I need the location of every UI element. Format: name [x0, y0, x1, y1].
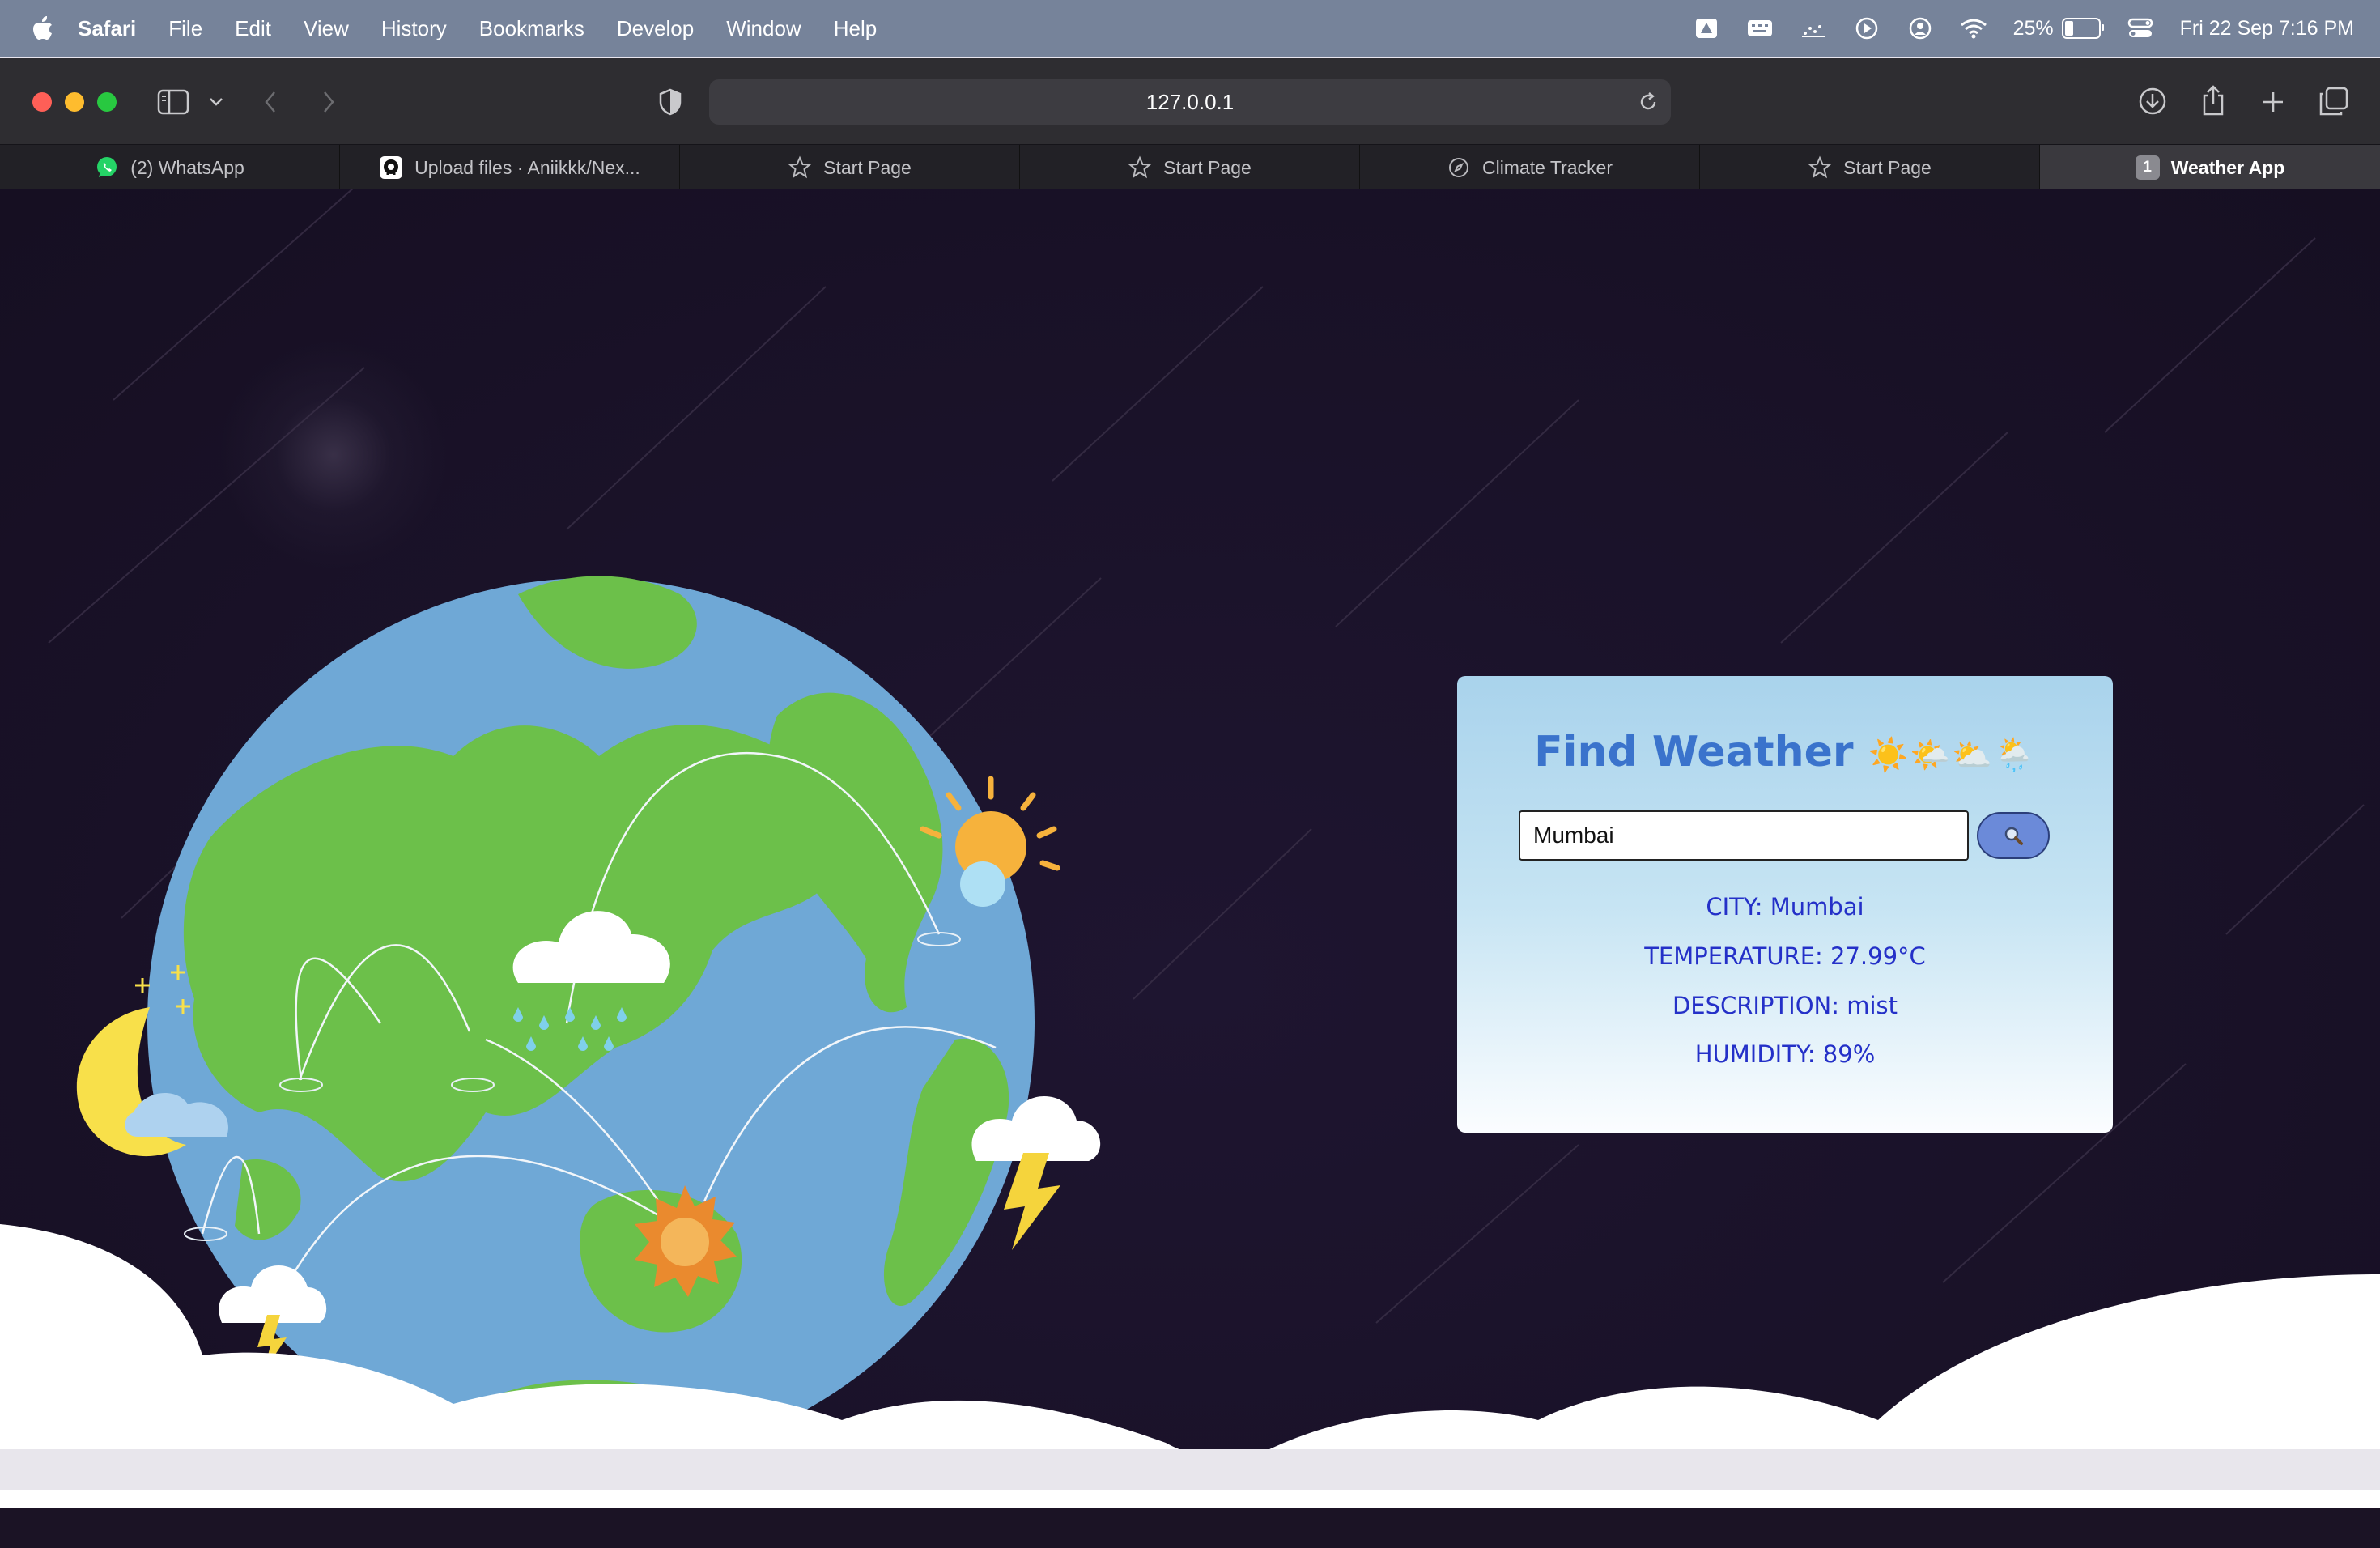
privacy-shield-icon[interactable] [654, 86, 686, 118]
magnifier-icon [2004, 827, 2023, 845]
tab-label: Start Page [1843, 156, 1932, 178]
weather-emoji-icon: ☀️🌤️⛅🌦️ [1868, 737, 2036, 774]
weather-card: Find Weather ☀️🌤️⛅🌦️ CITY: Mumbai TEMPER… [1457, 676, 2113, 1133]
activity-icon[interactable] [1800, 16, 1827, 40]
drive-icon[interactable] [1693, 16, 1720, 40]
share-icon[interactable] [2197, 83, 2229, 118]
tab-label: Start Page [1163, 156, 1252, 178]
search-button[interactable] [1977, 812, 2050, 859]
menu-view[interactable]: View [304, 16, 349, 41]
menu-edit[interactable]: Edit [235, 16, 271, 41]
downloads-icon[interactable] [2136, 84, 2170, 118]
play-icon[interactable] [1853, 16, 1881, 40]
control-center-icon[interactable] [2127, 16, 2154, 40]
wifi-icon[interactable] [1960, 16, 1987, 40]
battery-icon [2061, 18, 2104, 39]
tab-start-page-1[interactable]: Start Page [680, 145, 1020, 190]
city-result: CITY: Mumbai [1706, 893, 1864, 921]
humidity-result: HUMIDITY: 89% [1694, 1040, 1876, 1068]
address-bar[interactable]: 127.0.0.1 [709, 79, 1671, 125]
tab-start-page-2[interactable]: Start Page [1020, 145, 1360, 190]
whatsapp-icon [95, 155, 119, 180]
city-search-input[interactable] [1519, 810, 1969, 861]
tab-label: Climate Tracker [1481, 156, 1613, 178]
tab-github-upload[interactable]: Upload files · Aniikkk/Nex... [340, 145, 680, 190]
tab-climate-tracker[interactable]: Climate Tracker [1360, 145, 1700, 190]
tab-label: (2) WhatsApp [130, 156, 244, 178]
user-icon[interactable] [1906, 16, 1934, 40]
keyboard-icon[interactable] [1746, 16, 1774, 40]
tab-label: Upload files · Aniikkk/Nex... [414, 156, 640, 178]
battery-percent: 25% [2012, 16, 2054, 40]
tab-bar: (2) WhatsApp Upload files · Aniikkk/Nex.… [0, 144, 2380, 190]
temperature-result: TEMPERATURE: 27.99°C [1644, 942, 1926, 970]
description-result: DESCRIPTION: mist [1672, 992, 1898, 1019]
tab-whatsapp[interactable]: (2) WhatsApp [0, 145, 340, 190]
menu-app-safari[interactable]: Safari [78, 16, 136, 41]
earth-globe-illustration [147, 576, 1035, 1469]
battery-indicator[interactable]: 25% [2012, 16, 2104, 40]
card-title: Find Weather ☀️🌤️⛅🌦️ [1457, 728, 2113, 776]
tab-start-page-3[interactable]: Start Page [1700, 145, 2040, 190]
tab-weather-app[interactable]: 1 Weather App [2040, 145, 2380, 190]
zoom-window-button[interactable] [97, 92, 117, 112]
menu-help[interactable]: Help [834, 16, 877, 41]
star-icon [1128, 155, 1152, 180]
new-tab-icon[interactable] [2257, 86, 2289, 118]
tab-number-badge: 1 [2135, 155, 2160, 180]
url-text: 127.0.0.1 [1145, 89, 1235, 114]
status-area: 25% Fri 22 Sep 7:16 PM [1693, 0, 2354, 57]
menu-window[interactable]: Window [726, 16, 801, 41]
reload-icon[interactable] [1637, 91, 1660, 113]
menu-bar: Safari File Edit View History Bookmarks … [0, 0, 2380, 57]
forward-icon[interactable] [316, 87, 342, 117]
minimize-window-button[interactable] [65, 92, 84, 112]
menu-bar-clock[interactable]: Fri 22 Sep 7:16 PM [2180, 17, 2354, 40]
chevron-down-icon[interactable] [206, 91, 227, 113]
browser-toolbar: 127.0.0.1 [0, 58, 2380, 144]
back-icon[interactable] [257, 87, 283, 117]
menu-develop[interactable]: Develop [617, 16, 694, 41]
close-window-button[interactable] [32, 92, 52, 112]
star-icon [788, 155, 812, 180]
safari-window: 127.0.0.1 (2) WhatsApp Upload files · An… [0, 58, 2380, 1548]
card-title-text: Find Weather [1534, 728, 1854, 776]
github-icon [379, 155, 403, 180]
tab-label: Start Page [823, 156, 912, 178]
compass-icon [1447, 155, 1471, 180]
tab-label: Weather App [2170, 156, 2285, 178]
menu-bookmarks[interactable]: Bookmarks [479, 16, 584, 41]
window-bottom-edge [0, 1449, 2380, 1490]
apple-menu-icon[interactable] [32, 16, 53, 40]
tab-overview-icon[interactable] [2317, 84, 2351, 118]
menu-history[interactable]: History [381, 16, 447, 41]
menu-file[interactable]: File [168, 16, 202, 41]
star-icon [1808, 155, 1832, 180]
sidebar-icon[interactable] [155, 86, 191, 118]
page-viewport: Find Weather ☀️🌤️⛅🌦️ CITY: Mumbai TEMPER… [0, 189, 2380, 1508]
